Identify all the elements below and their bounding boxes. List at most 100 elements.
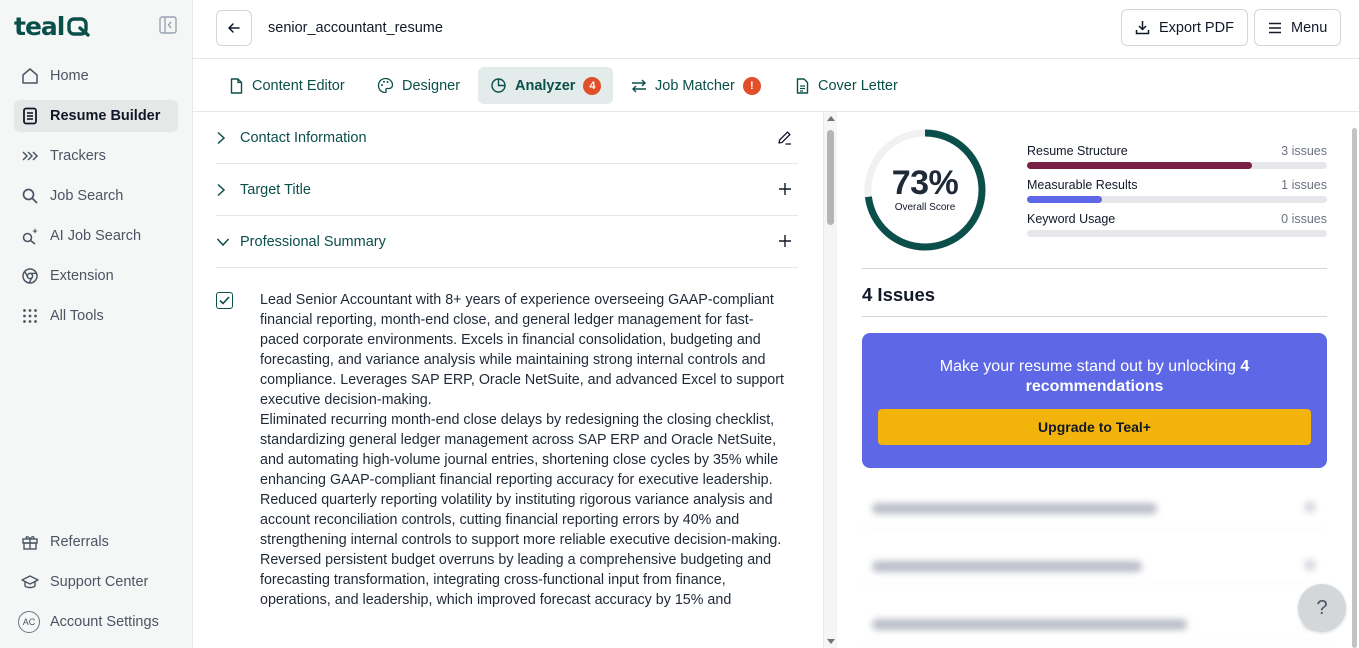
metric-count: 0 issues: [1281, 212, 1327, 226]
summary-include-checkbox[interactable]: [216, 292, 233, 309]
sidebar: teal Home Resume Builder Trackers Job Se…: [0, 0, 193, 648]
chrome-icon: [21, 267, 39, 285]
metric-progress-fill: [1027, 162, 1252, 169]
sidebar-item-referrals[interactable]: Referrals: [14, 526, 178, 558]
sidebar-item-job-search[interactable]: Job Search: [14, 180, 178, 212]
search-icon: [21, 187, 39, 205]
section-target-title[interactable]: Target Title: [216, 164, 798, 216]
tab-content-editor[interactable]: Content Editor: [217, 67, 357, 104]
section-label: Professional Summary: [240, 233, 386, 250]
grid-icon: [21, 307, 39, 325]
chevrons-right-icon: [21, 147, 39, 165]
upgrade-message: Make your resume stand out by unlocking …: [892, 357, 1297, 397]
sidebar-item-extension[interactable]: Extension: [14, 260, 178, 292]
graduation-cap-icon: [21, 573, 39, 591]
metric-measurable-results[interactable]: Measurable Results 1 issues: [1027, 178, 1327, 212]
download-icon: [1135, 20, 1150, 35]
arrows-icon: [631, 79, 647, 93]
tab-analyzer[interactable]: Analyzer 4: [478, 67, 614, 104]
tab-label: Analyzer: [515, 77, 576, 94]
issues-heading: 4 Issues: [862, 284, 936, 305]
top-header: senior_accountant_resume Export PDF Menu: [193, 0, 1359, 59]
divider: [862, 268, 1327, 269]
tab-job-matcher[interactable]: Job Matcher !: [619, 67, 773, 104]
plus-icon[interactable]: [778, 182, 792, 196]
metric-count: 3 issues: [1281, 144, 1327, 158]
sidebar-item-support-center[interactable]: Support Center: [14, 566, 178, 598]
divider: [862, 316, 1327, 317]
metric-resume-structure[interactable]: Resume Structure 3 issues: [1027, 144, 1327, 178]
metric-progress-fill: [1027, 196, 1102, 203]
plus-icon[interactable]: [778, 234, 792, 248]
tab-label: Designer: [402, 77, 461, 94]
sidebar-item-label: Extension: [50, 268, 114, 284]
help-button[interactable]: ?: [1298, 584, 1346, 632]
logo-text: teal: [14, 12, 65, 41]
document-icon: [21, 107, 39, 125]
home-icon: [21, 67, 39, 85]
upgrade-message-prefix: Make your resume stand out by unlocking: [939, 358, 1236, 375]
section-contact-information[interactable]: Contact Information: [216, 112, 798, 164]
scroll-down-arrow-icon[interactable]: [827, 639, 835, 644]
summary-paragraph: Lead Senior Accountant with 8+ years of …: [260, 292, 784, 408]
collapse-sidebar-icon[interactable]: [159, 16, 177, 34]
sidebar-item-home[interactable]: Home: [14, 60, 178, 92]
job-matcher-alert-badge: !: [742, 76, 761, 95]
summary-paragraph: Eliminated recurring month-end close del…: [260, 412, 779, 488]
sidebar-item-resume-builder[interactable]: Resume Builder: [14, 100, 178, 132]
metric-progress-track: [1027, 230, 1327, 237]
section-professional-summary[interactable]: Professional Summary: [216, 216, 798, 268]
checkmark-icon: [219, 296, 230, 305]
document-title[interactable]: senior_accountant_resume: [268, 20, 443, 36]
scroll-up-arrow-icon[interactable]: [827, 116, 835, 121]
sidebar-item-label: Trackers: [50, 148, 106, 164]
sidebar-item-label: Home: [50, 68, 89, 84]
sidebar-item-label: AI Job Search: [50, 228, 142, 244]
analyzer-issue-count-badge: 4: [583, 76, 602, 95]
sidebar-item-ai-job-search[interactable]: AI Job Search: [14, 220, 178, 252]
export-pdf-label: Export PDF: [1159, 19, 1234, 36]
arrow-left-icon: [228, 23, 240, 33]
summary-paragraph: Reduced quarterly reporting volatility b…: [260, 492, 782, 548]
chevron-right-icon: [216, 183, 232, 197]
teal-logo[interactable]: teal: [14, 12, 92, 41]
sidebar-bottom-nav: Referrals Support Center AC Account Sett…: [14, 526, 178, 646]
editor-scrollbar[interactable]: [823, 112, 837, 648]
file-icon: [229, 77, 244, 94]
export-pdf-button[interactable]: Export PDF: [1121, 9, 1248, 46]
summary-paragraph: Reversed persistent budget overruns by l…: [260, 552, 772, 608]
professional-summary-text[interactable]: Lead Senior Accountant with 8+ years of …: [260, 290, 790, 610]
sidebar-item-all-tools[interactable]: All Tools: [14, 300, 178, 332]
sidebar-item-label: Resume Builder: [50, 108, 161, 124]
sidebar-item-trackers[interactable]: Trackers: [14, 140, 178, 172]
metric-keyword-usage[interactable]: Keyword Usage 0 issues: [1027, 212, 1327, 246]
tab-label: Cover Letter: [818, 77, 898, 94]
sidebar-item-label: Referrals: [50, 534, 109, 550]
avatar: AC: [18, 611, 40, 633]
section-label: Target Title: [240, 181, 311, 198]
sidebar-item-account-settings[interactable]: AC Account Settings: [14, 606, 178, 638]
scroll-thumb[interactable]: [827, 130, 834, 225]
upgrade-card: Make your resume stand out by unlocking …: [862, 333, 1327, 468]
score-breakdown: Resume Structure 3 issues Measurable Res…: [1027, 144, 1327, 246]
section-label: Contact Information: [240, 129, 367, 146]
menu-button[interactable]: Menu: [1254, 9, 1342, 46]
tab-label: Job Matcher: [655, 77, 735, 94]
palette-icon: [377, 77, 394, 94]
locked-issue-row: [862, 488, 1327, 528]
tab-designer[interactable]: Designer: [365, 67, 472, 104]
edit-icon[interactable]: [777, 130, 792, 145]
upgrade-to-teal-plus-button[interactable]: Upgrade to Teal+: [878, 409, 1311, 445]
pie-chart-icon: [490, 77, 507, 94]
editor-tabs: Content Editor Designer Analyzer 4 Job M…: [193, 59, 1359, 112]
back-button[interactable]: [216, 10, 252, 46]
sidebar-item-label: Support Center: [50, 574, 149, 590]
chevron-right-icon: [216, 131, 232, 145]
analyzer-scrollbar[interactable]: [1352, 128, 1357, 648]
file-text-icon: [795, 77, 810, 94]
tab-cover-letter[interactable]: Cover Letter: [783, 67, 910, 104]
locked-issue-row: [862, 546, 1327, 586]
sidebar-nav: Home Resume Builder Trackers Job Search …: [14, 60, 178, 340]
metric-name: Measurable Results: [1027, 178, 1138, 192]
overall-score-label: Overall Score: [894, 202, 956, 213]
